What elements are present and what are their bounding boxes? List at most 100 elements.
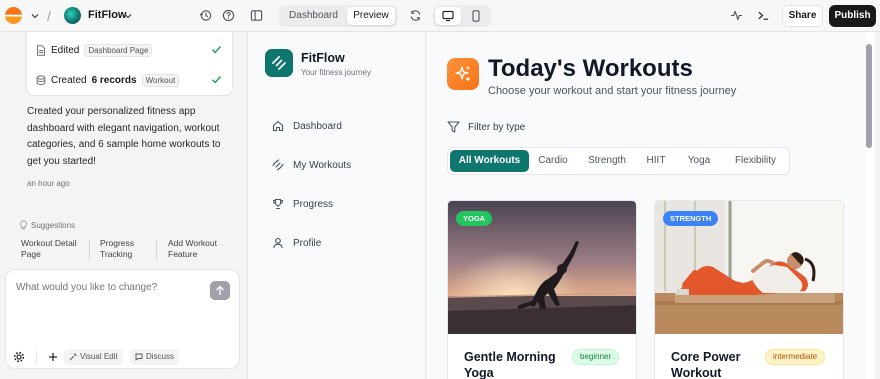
nav-dashboard[interactable]: Dashboard	[272, 118, 342, 134]
check-icon	[212, 76, 222, 84]
view-toggle: Dashboard Preview	[279, 5, 398, 27]
difficulty-badge: intermediate	[765, 349, 826, 365]
brand-name: FitFlow	[301, 51, 345, 65]
phone-icon	[472, 10, 480, 22]
tab-hiit[interactable]: HIIT	[640, 150, 672, 172]
discuss-label: Discuss	[146, 352, 175, 361]
page-subtitle: Choose your workout and start your fitne…	[488, 85, 737, 97]
terminal-icon[interactable]	[757, 9, 770, 22]
device-toggle	[433, 5, 491, 27]
breadcrumb-separator: /	[47, 8, 51, 24]
desktop-view-button[interactable]	[435, 7, 461, 25]
lightbulb-icon	[20, 220, 27, 230]
task-row: Created 6 records Workout	[36, 72, 180, 88]
divider	[156, 240, 157, 260]
nav-my-workouts[interactable]: My Workouts	[272, 157, 351, 173]
filter-label: Filter by type	[468, 121, 526, 133]
nav-progress[interactable]: Progress	[272, 196, 333, 212]
app-sidebar: FitFlow Your fitness journey Dashboard M…	[248, 32, 426, 379]
help-icon[interactable]	[222, 9, 235, 22]
tab-all-workouts[interactable]: All Workouts	[450, 150, 529, 172]
category-badge: STRENGTH	[663, 211, 719, 226]
chat-panel: Edited Dashboard Page Created 6 records …	[0, 32, 246, 379]
nav-label: My Workouts	[293, 159, 352, 171]
visual-edit-label: Visual Edit	[80, 352, 118, 361]
visual-edit-button[interactable]: Visual Edit	[64, 349, 123, 365]
assistant-message: Created your personalized fitness app da…	[27, 106, 221, 167]
sparkle-wand-icon	[69, 353, 77, 361]
tab-flexibility[interactable]: Flexibility	[724, 150, 787, 172]
nav-label: Progress	[293, 198, 334, 210]
home-icon	[272, 120, 284, 132]
task-count: 6 records	[91, 74, 137, 86]
monitor-icon	[442, 10, 454, 22]
refresh-icon[interactable]	[409, 9, 422, 22]
send-button[interactable]	[210, 281, 230, 300]
file-icon	[37, 44, 45, 56]
app-preview: FitFlow Your fitness journey Dashboard M…	[247, 32, 875, 379]
tab-strength[interactable]: Strength	[581, 150, 633, 172]
nav-label: Profile	[293, 237, 322, 249]
trophy-icon	[272, 198, 284, 210]
app-logo[interactable]	[5, 7, 22, 24]
top-bar: / FitFlow Dashboard Preview Share Publis…	[0, 0, 880, 32]
database-icon	[36, 74, 46, 85]
project-icon	[64, 7, 81, 24]
filter-by-type: Filter by type	[447, 121, 525, 133]
preview-scrollbar[interactable]	[866, 44, 872, 148]
chevron-down-icon[interactable]	[123, 11, 133, 21]
discuss-button[interactable]: Discuss	[130, 349, 180, 365]
task-row: Edited Dashboard Page	[36, 42, 153, 58]
tab-dashboard[interactable]: Dashboard	[282, 7, 345, 25]
chat-input[interactable]	[16, 282, 196, 293]
suggestions-label: Suggestions	[31, 220, 76, 230]
sidebar-toggle-icon[interactable]	[250, 9, 263, 22]
dumbbell-icon	[272, 56, 286, 70]
brand-logo	[265, 49, 293, 77]
task-tag[interactable]: Dashboard Page	[84, 43, 153, 57]
divider	[36, 351, 37, 364]
workout-title: Core Power Workout	[671, 350, 741, 379]
workout-type-tabs: All Workouts Cardio Strength HIIT Yoga F…	[447, 147, 790, 175]
settings-icon[interactable]	[13, 351, 25, 363]
plus-icon[interactable]	[48, 352, 58, 362]
arrow-up-icon	[216, 285, 224, 295]
nav-label: Dashboard	[293, 120, 342, 132]
check-icon	[212, 46, 222, 54]
suggestion-workout-detail[interactable]: Workout Detail Page	[21, 238, 83, 260]
task-verb: Edited	[51, 44, 80, 56]
dumbbell-icon	[272, 159, 284, 171]
project-name[interactable]: FitFlow	[88, 9, 127, 21]
task-verb: Created	[51, 74, 87, 86]
filter-icon	[447, 121, 460, 133]
suggestion-add-workout[interactable]: Add Workout Feature	[168, 238, 230, 260]
tab-preview[interactable]: Preview	[347, 7, 395, 25]
activity-icon[interactable]	[730, 9, 743, 22]
mobile-view-button[interactable]	[463, 7, 489, 25]
workout-card[interactable]: STRENGTH Core Power Workout intermediate	[654, 200, 844, 379]
tab-yoga[interactable]: Yoga	[680, 150, 718, 172]
task-tag[interactable]: Workout	[141, 73, 180, 87]
user-icon	[273, 237, 283, 249]
chat-bubble-icon	[135, 353, 143, 361]
sparkles-icon	[455, 66, 470, 81]
workout-card[interactable]: YOGA Gentle Morning Yoga beginner	[447, 200, 637, 379]
suggestions-header: Suggestions	[19, 220, 75, 230]
difficulty-badge: beginner	[572, 349, 620, 365]
publish-button[interactable]: Publish	[829, 5, 876, 27]
category-badge: YOGA	[456, 211, 493, 226]
chevron-down-icon[interactable]	[30, 11, 40, 21]
tab-cardio[interactable]: Cardio	[533, 150, 573, 172]
workout-title: Gentle Morning Yoga	[464, 350, 556, 379]
app-main: Today's Workouts Choose your workout and…	[426, 32, 866, 379]
chat-input-box: Visual Edit Discuss	[5, 269, 240, 369]
page-title: Today's Workouts	[488, 55, 693, 82]
hero-icon	[447, 58, 479, 90]
history-icon[interactable]	[199, 9, 212, 22]
nav-profile[interactable]: Profile	[272, 235, 321, 251]
share-button[interactable]: Share	[782, 5, 823, 27]
message-timestamp: an hour ago	[27, 179, 70, 188]
divider	[89, 240, 90, 260]
suggestion-progress-tracking[interactable]: Progress Tracking	[100, 238, 148, 260]
brand-tagline: Your fitness journey	[301, 68, 371, 77]
